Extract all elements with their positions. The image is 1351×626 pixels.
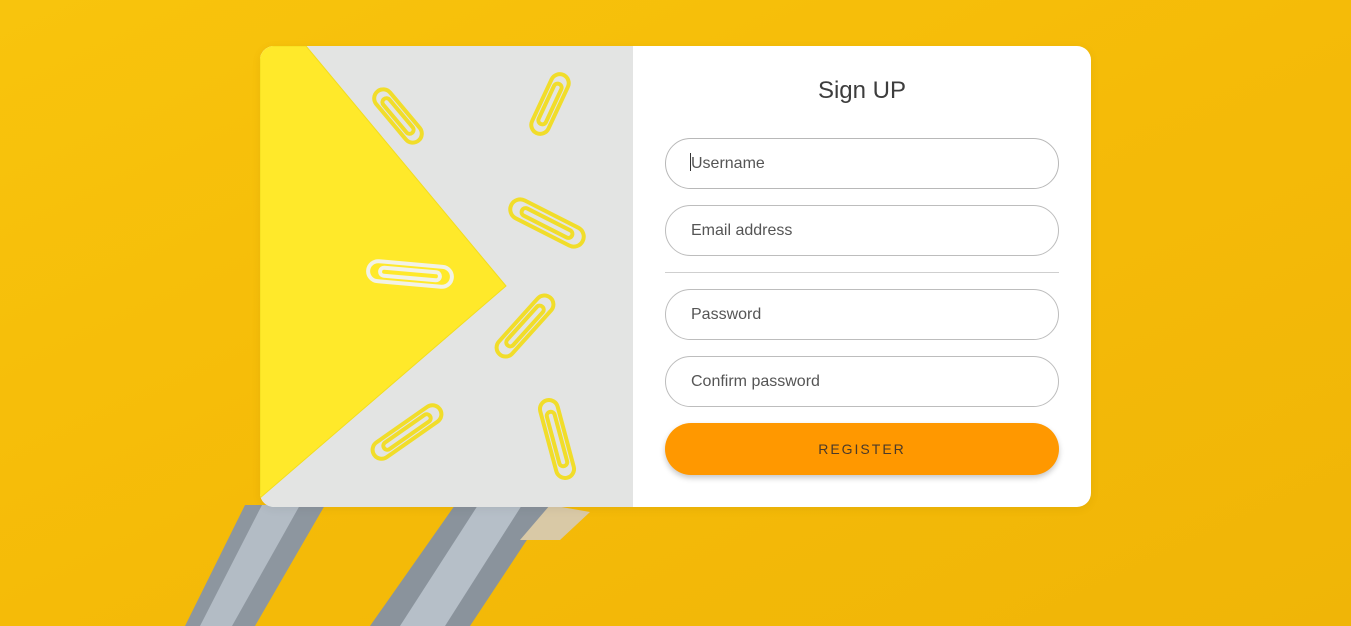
- paperclips-image: [260, 46, 633, 507]
- confirm-password-input[interactable]: [665, 356, 1059, 407]
- signup-card: Sign UP REGISTER: [260, 46, 1091, 507]
- username-input[interactable]: [665, 138, 1059, 189]
- text-caret: [690, 153, 691, 171]
- form-divider: [665, 272, 1059, 273]
- password-input[interactable]: [665, 289, 1059, 340]
- signup-form: Sign UP REGISTER: [633, 46, 1091, 507]
- form-title: Sign UP: [817, 77, 907, 104]
- register-button[interactable]: REGISTER: [665, 423, 1059, 475]
- email-input[interactable]: [665, 205, 1059, 256]
